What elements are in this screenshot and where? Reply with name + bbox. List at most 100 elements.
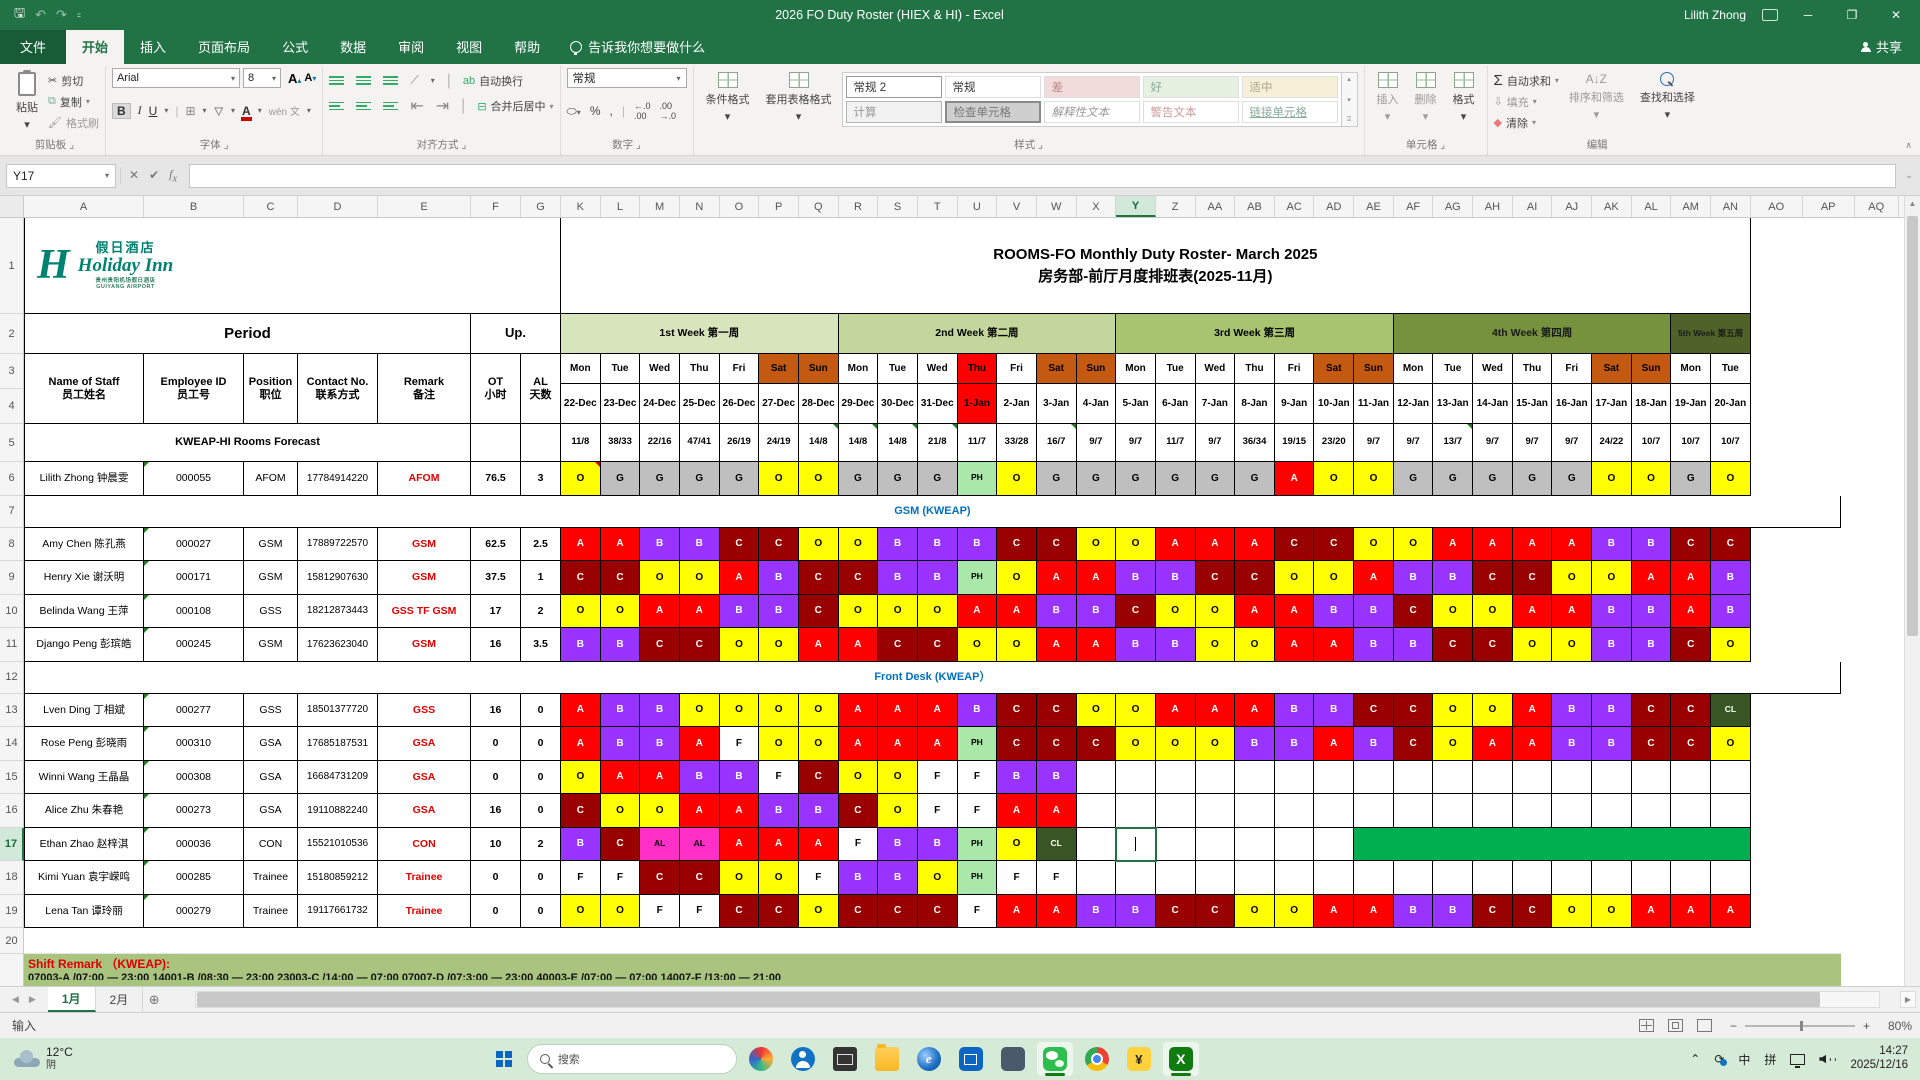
ribbon-tab-插入[interactable]: 插入	[124, 30, 182, 64]
minimize-button[interactable]: ─	[1794, 8, 1822, 22]
shift-cell-C[interactable]: C	[759, 527, 799, 561]
shift-cell-empty[interactable]	[1671, 861, 1712, 895]
shift-cell-empty[interactable]	[1314, 827, 1355, 861]
shift-cell-empty[interactable]	[1235, 861, 1275, 895]
sync-tray-icon[interactable]: ⟳	[1714, 1052, 1728, 1066]
borders-icon[interactable]: ⊞	[185, 104, 195, 118]
name-box[interactable]: Y17 ▾	[6, 163, 116, 188]
shift-cell-O[interactable]: O	[917, 594, 958, 628]
shift-cell-C[interactable]: C	[838, 794, 879, 828]
taskbar-app-chrome[interactable]	[1079, 1042, 1115, 1076]
font-color-icon[interactable]: A	[241, 104, 252, 121]
taskbar-app-misc[interactable]	[743, 1042, 779, 1076]
shift-cell-O[interactable]: O	[798, 693, 839, 727]
delete-cells-button[interactable]: 删除 ▾	[1409, 68, 1443, 127]
shift-cell-A[interactable]: A	[679, 794, 720, 828]
shift-cell-B[interactable]: B	[1274, 693, 1315, 727]
shift-cell-empty[interactable]	[1393, 861, 1434, 895]
align-center-icon[interactable]	[356, 101, 372, 111]
shift-cell-empty[interactable]	[1155, 794, 1196, 828]
taskbar-app-store[interactable]	[953, 1042, 989, 1076]
column-header-AE[interactable]: AE	[1354, 196, 1394, 217]
shift-cell-empty[interactable]	[1076, 760, 1117, 794]
row-header-4[interactable]: 4	[0, 389, 24, 424]
shift-cell-B[interactable]: B	[1116, 561, 1156, 595]
taskbar-app-contacts[interactable]	[785, 1042, 821, 1076]
shift-cell-A[interactable]: A	[838, 628, 879, 662]
shift-cell-F[interactable]: F	[917, 794, 958, 828]
shift-cell-B[interactable]: B	[759, 561, 799, 595]
ribbon-tab-审阅[interactable]: 审阅	[382, 30, 440, 64]
row-header-12[interactable]: 12	[0, 661, 24, 694]
vertical-scrollbar[interactable]: ▲	[1904, 196, 1920, 986]
shift-cell-C[interactable]: C	[1116, 594, 1156, 628]
shift-cell-O[interactable]: O	[759, 727, 799, 761]
shift-cell-B[interactable]: B	[679, 527, 720, 561]
shift-cell-A[interactable]: A	[997, 594, 1037, 628]
shift-cell-O[interactable]: O	[759, 462, 799, 496]
shift-cell-C[interactable]: C	[1393, 594, 1434, 628]
column-header-W[interactable]: W	[1037, 196, 1077, 217]
shift-cell-O[interactable]: O	[1314, 561, 1355, 595]
shift-cell-A[interactable]: A	[1314, 628, 1355, 662]
shift-cell-O[interactable]: O	[640, 794, 680, 828]
row-header-x[interactable]	[0, 954, 24, 986]
conditional-formatting-button[interactable]: 条件格式 ▾	[700, 68, 756, 127]
shift-cell-B[interactable]: B	[1274, 727, 1315, 761]
shift-cell-empty[interactable]	[1512, 861, 1553, 895]
shift-cell-A[interactable]: A	[1512, 693, 1553, 727]
shift-cell-O[interactable]: O	[561, 462, 601, 496]
column-header-AK[interactable]: AK	[1592, 196, 1632, 217]
row-header-13[interactable]: 13	[0, 693, 24, 727]
shift-cell-C[interactable]: C	[798, 760, 839, 794]
shift-cell-A[interactable]: A	[759, 827, 799, 861]
shift-cell-empty[interactable]	[1235, 794, 1275, 828]
shift-cell-C[interactable]: C	[1354, 693, 1394, 727]
number-format-select[interactable]: 常规 ▾	[566, 68, 687, 88]
shift-cell-C[interactable]: C	[561, 794, 601, 828]
column-header-AL[interactable]: AL	[1632, 196, 1672, 217]
decrease-font-icon[interactable]: A▾	[304, 72, 316, 84]
column-header-AI[interactable]: AI	[1513, 196, 1553, 217]
shift-cell-A[interactable]: A	[679, 594, 720, 628]
shift-cell-A[interactable]: A	[878, 727, 918, 761]
increase-decimal-icon[interactable]: ←.0.00	[634, 101, 651, 121]
cell-style-检查单元格[interactable]: 检查单元格	[944, 101, 1041, 123]
shift-cell-C[interactable]: C	[997, 527, 1037, 561]
shift-cell-C[interactable]: C	[878, 894, 918, 928]
shift-cell-O[interactable]: O	[997, 827, 1037, 861]
shift-cell-B[interactable]: B	[1314, 594, 1355, 628]
ribbon-tab-视图[interactable]: 视图	[440, 30, 498, 64]
column-header-T[interactable]: T	[918, 196, 958, 217]
shift-cell-B[interactable]: B	[798, 794, 839, 828]
shift-cell-O[interactable]: O	[1195, 628, 1236, 662]
shift-cell-empty[interactable]	[1274, 760, 1315, 794]
shift-cell-O[interactable]: O	[838, 760, 879, 794]
column-headers[interactable]: A B C D E F G K L M N O P Q R S T U V W X Y Z AA AB AC AD AE AF AG AH A…	[0, 196, 1904, 218]
shift-cell-O[interactable]: O	[1076, 693, 1117, 727]
format-painter-button[interactable]: 🖌 格式刷	[48, 113, 99, 132]
shift-cell-O[interactable]: O	[1393, 527, 1434, 561]
shift-cell-empty[interactable]	[1433, 760, 1474, 794]
shift-cell-A[interactable]: A	[957, 594, 998, 628]
shift-cell-F[interactable]: F	[798, 861, 839, 895]
shift-cell-empty[interactable]	[1711, 760, 1751, 794]
shift-cell-empty[interactable]	[1155, 827, 1196, 861]
shift-cell-empty[interactable]: ▼	[1115, 826, 1157, 862]
shift-cell-B[interactable]: B	[1155, 561, 1196, 595]
shift-cell-C[interactable]: C	[838, 894, 879, 928]
shift-cell-G[interactable]: G	[1195, 462, 1236, 496]
ribbon-tab-开始[interactable]: 开始	[66, 30, 125, 64]
column-header-S[interactable]: S	[878, 196, 918, 217]
shift-cell-B[interactable]: B	[878, 861, 918, 895]
shift-cell-F[interactable]: F	[640, 894, 680, 928]
shift-cell-C[interactable]: C	[1473, 628, 1513, 662]
column-header-G[interactable]: G	[521, 196, 561, 217]
shift-cell-A[interactable]: A	[1235, 594, 1275, 628]
shift-cell-B[interactable]: B	[1711, 561, 1751, 595]
shift-cell-A[interactable]: A	[1274, 594, 1315, 628]
shift-cell-A[interactable]: A	[1076, 628, 1117, 662]
shift-cell-empty[interactable]	[1592, 760, 1632, 794]
shift-cell-B[interactable]: B	[1354, 628, 1394, 662]
shift-cell-F[interactable]: F	[600, 861, 641, 895]
